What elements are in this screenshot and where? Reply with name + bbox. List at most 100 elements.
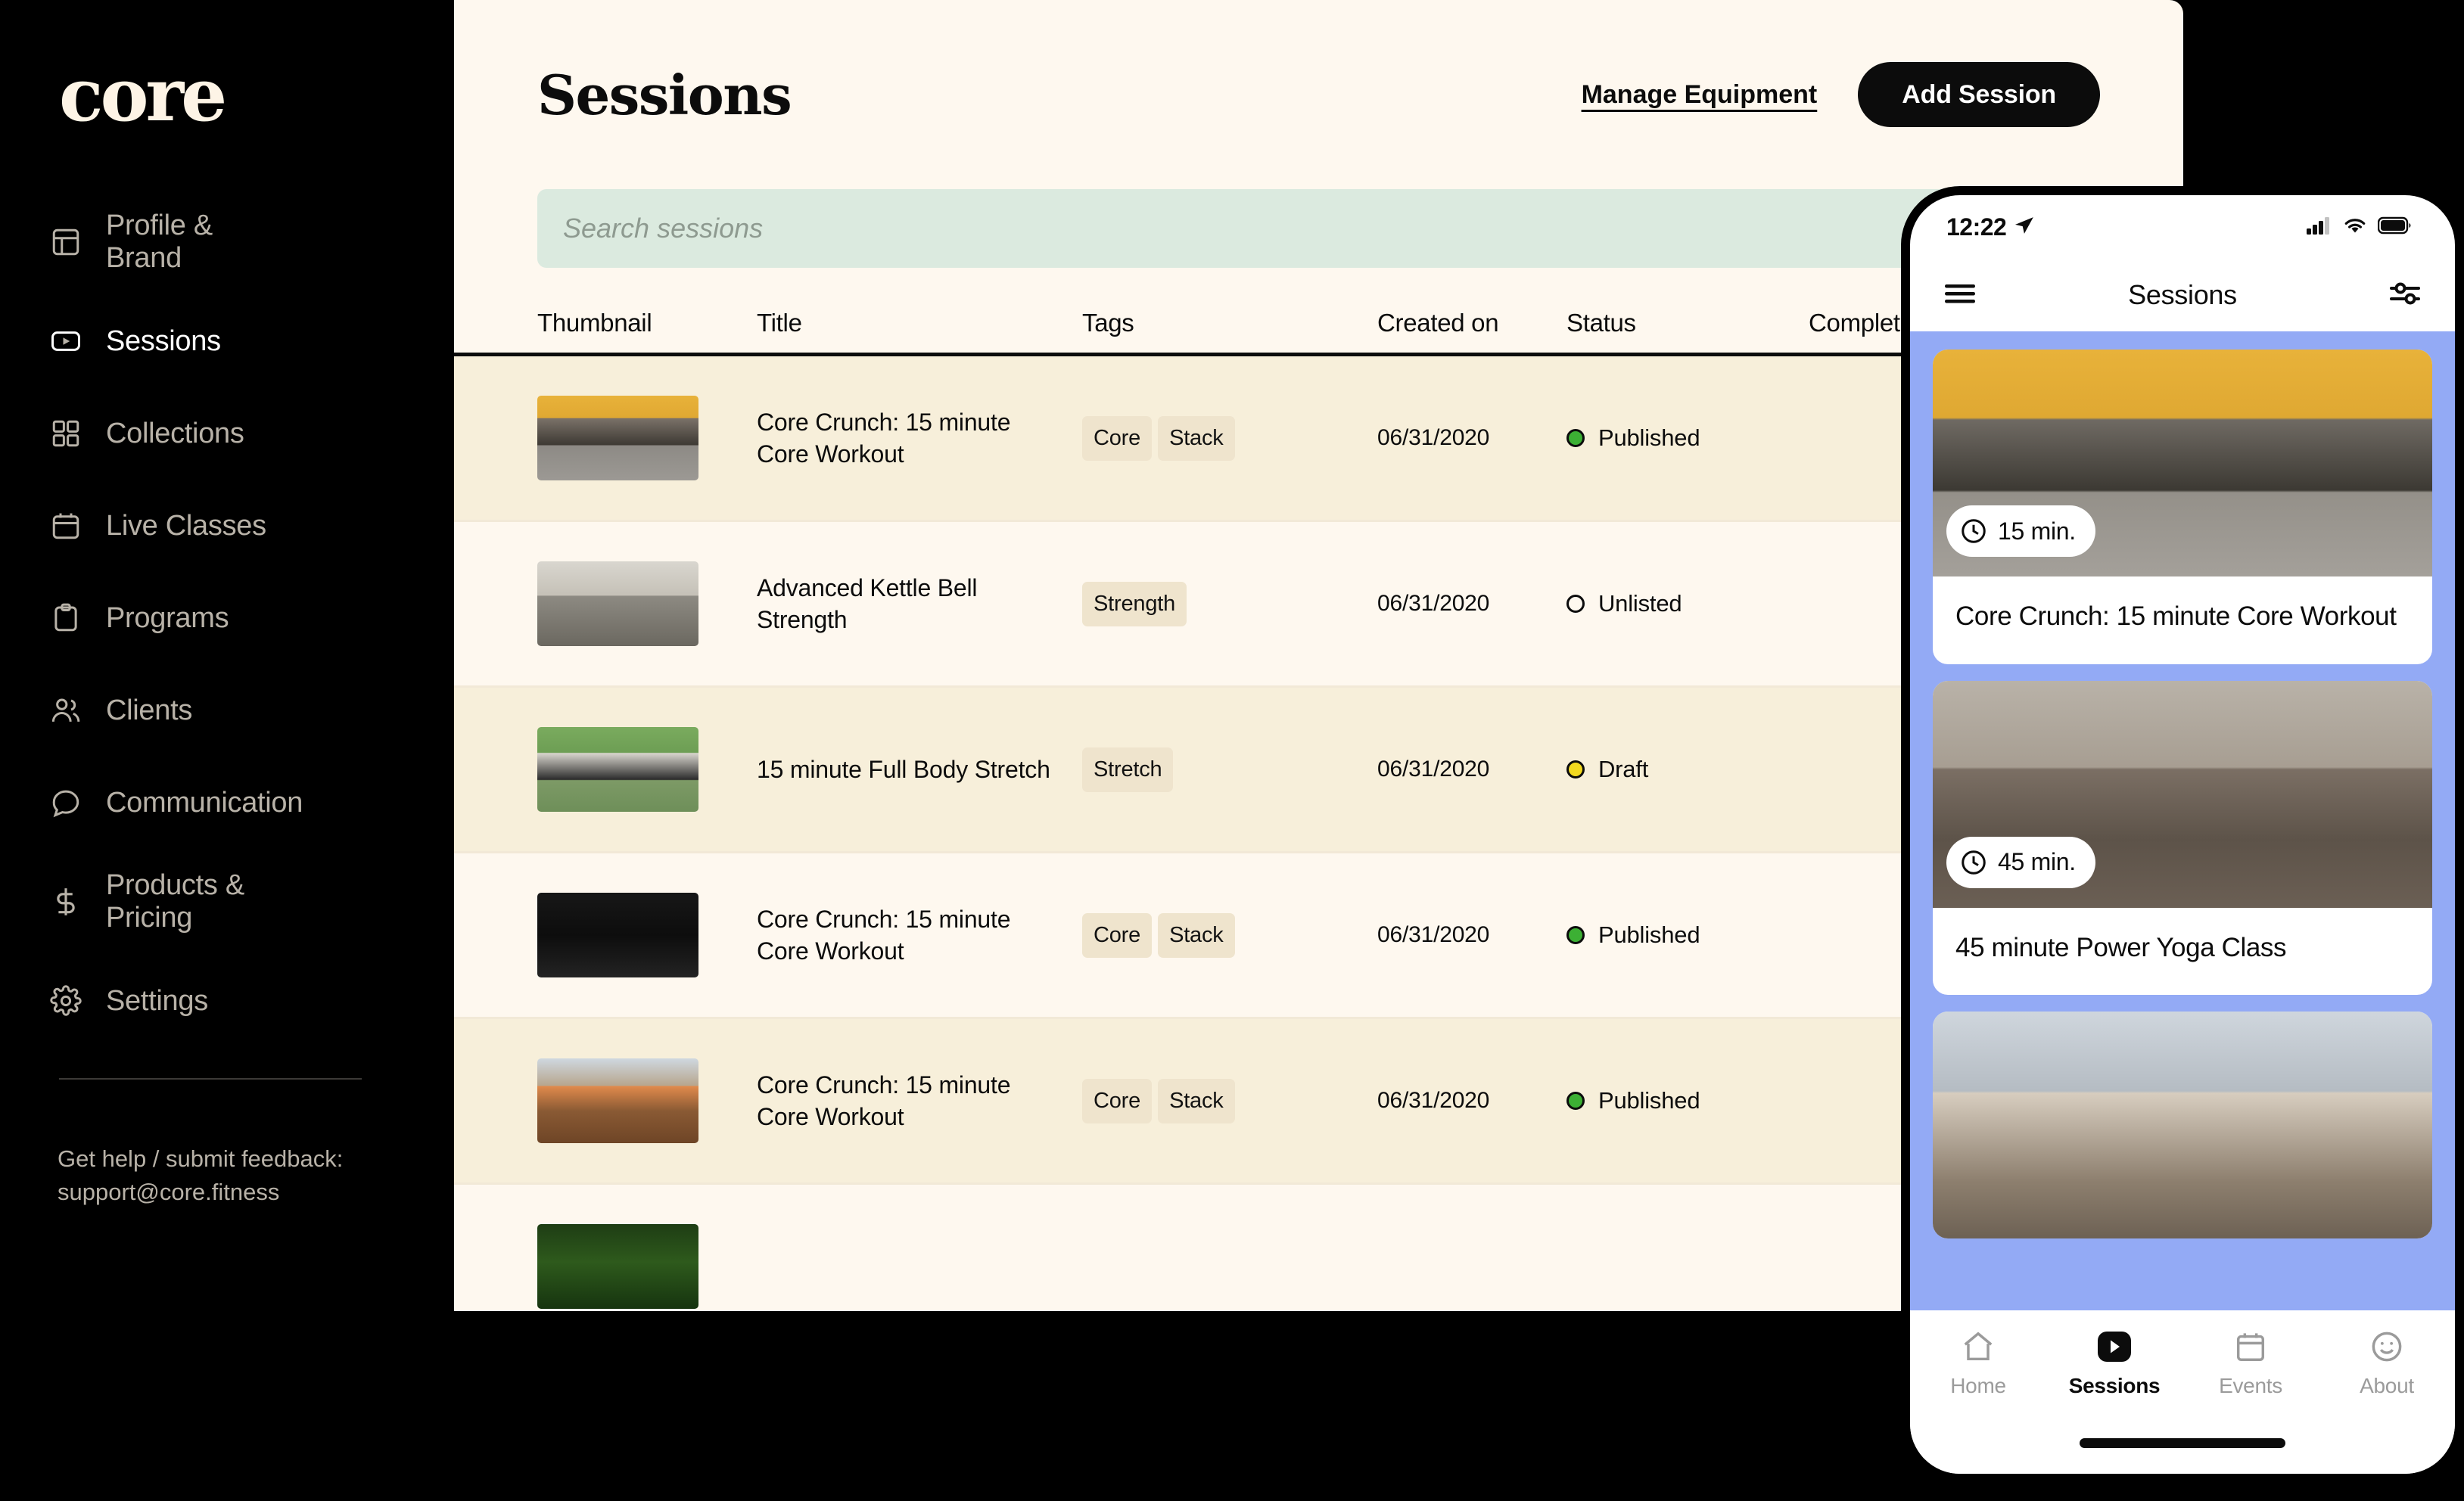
row-title: 15 minute Full Body Stretch xyxy=(757,755,1050,783)
phone-card-image: 15 min. xyxy=(1933,350,2432,576)
duration-badge: 45 min. xyxy=(1946,836,2095,888)
column-header-created-on: Created on xyxy=(1377,309,1499,337)
users-icon xyxy=(50,695,82,726)
home-indicator xyxy=(2080,1438,2285,1448)
video-icon xyxy=(50,325,82,357)
duration-label: 45 min. xyxy=(1998,848,2076,875)
phone-status-bar: 12:22 xyxy=(1910,195,2455,259)
phone-tab-sessions[interactable]: Sessions xyxy=(2046,1329,2182,1398)
sidebar-item-sessions[interactable]: Sessions xyxy=(0,295,454,387)
wifi-icon xyxy=(2343,216,2367,238)
sliders-filter-icon[interactable] xyxy=(2388,280,2422,311)
tag-chip[interactable]: Stretch xyxy=(1082,747,1174,792)
sidebar-help-text[interactable]: Get help / submit feedback: support@core… xyxy=(58,1142,398,1209)
sidebar-item-communication[interactable]: Communication xyxy=(0,757,454,849)
column-header-status: Status xyxy=(1566,309,1636,337)
status-dot xyxy=(1566,429,1585,447)
sidebar-divider xyxy=(59,1078,362,1080)
sidebar-item-products-pricing[interactable]: Products & Pricing xyxy=(0,849,454,955)
phone-card-image: 45 min. xyxy=(1933,680,2432,908)
sidebar-item-live-classes[interactable]: Live Classes xyxy=(0,480,454,572)
phone-tab-home[interactable]: Home xyxy=(1910,1329,2046,1398)
phone-tab-about[interactable]: About xyxy=(2319,1329,2455,1398)
phone-nav-title: Sessions xyxy=(2128,279,2237,310)
sidebar-item-programs[interactable]: Programs xyxy=(0,572,454,664)
status-dot xyxy=(1566,926,1585,944)
clock-icon xyxy=(1960,849,1987,876)
row-title: Core Crunch: 15 minute Core Workout xyxy=(757,1071,1011,1130)
cellular-bars-icon xyxy=(2307,216,2332,238)
hamburger-menu-icon[interactable] xyxy=(1943,281,1977,309)
session-thumbnail[interactable] xyxy=(537,561,698,646)
location-arrow-icon xyxy=(2015,213,2035,241)
sidebar-item-label: Collections xyxy=(106,417,244,449)
duration-label: 15 min. xyxy=(1998,517,2076,545)
sidebar-item-label: Communication xyxy=(106,786,303,819)
tag-chip[interactable]: Core xyxy=(1082,1078,1153,1123)
column-header-thumbnail: Thumbnail xyxy=(537,309,652,337)
row-status: Unlisted xyxy=(1566,590,1809,617)
row-status: Draft xyxy=(1566,756,1809,783)
row-tags: Core Stack xyxy=(1082,415,1377,461)
phone-session-list[interactable]: 15 min. Core Crunch: 15 minute Core Worko… xyxy=(1910,331,2455,1310)
sidebar-nav: Profile & Brand Sessions Collections Live C… xyxy=(0,189,454,1047)
sidebar-item-label: Clients xyxy=(106,694,193,726)
session-thumbnail[interactable] xyxy=(537,1058,698,1143)
grid-icon xyxy=(50,418,82,449)
calendar-icon xyxy=(50,510,82,542)
tag-chip[interactable]: Core xyxy=(1082,415,1153,461)
status-dot xyxy=(1566,760,1585,778)
phone-navbar: Sessions xyxy=(1910,259,2455,331)
session-thumbnail[interactable] xyxy=(537,893,698,977)
row-thumbnail-cell xyxy=(537,1224,757,1309)
sidebar-item-label: Profile & Brand xyxy=(106,210,213,274)
tag-chip[interactable]: Core xyxy=(1082,912,1153,958)
row-created-on: 06/31/2020 xyxy=(1377,922,1490,947)
sidebar-item-profile-brand[interactable]: Profile & Brand xyxy=(0,189,454,295)
phone-session-card[interactable] xyxy=(1933,1012,2432,1238)
phone-session-card[interactable]: 15 min. Core Crunch: 15 minute Core Worko… xyxy=(1933,350,2432,664)
row-title: Core Crunch: 15 minute Core Workout xyxy=(757,905,1011,965)
video-icon xyxy=(2094,1329,2135,1365)
phone-card-image xyxy=(1933,1012,2432,1238)
search-input[interactable] xyxy=(537,189,2100,268)
row-thumbnail-cell xyxy=(537,396,757,480)
sidebar-item-collections[interactable]: Collections xyxy=(0,387,454,480)
session-thumbnail[interactable] xyxy=(537,727,698,812)
status-label: Draft xyxy=(1598,756,1649,782)
row-created-on: 06/31/2020 xyxy=(1377,1088,1490,1113)
row-tags: Strength xyxy=(1082,581,1377,626)
dollar-icon xyxy=(50,886,82,918)
phone-tab-events[interactable]: Events xyxy=(2182,1329,2319,1398)
row-tags: Core Stack xyxy=(1082,912,1377,958)
add-session-button[interactable]: Add Session xyxy=(1858,62,2100,127)
phone-session-card[interactable]: 45 min. 45 minute Power Yoga Class xyxy=(1933,680,2432,995)
status-dot xyxy=(1566,1092,1585,1110)
tag-chip[interactable]: Stack xyxy=(1158,415,1235,461)
layout-icon xyxy=(50,226,82,258)
tag-chip[interactable]: Stack xyxy=(1158,912,1235,958)
home-icon xyxy=(1961,1329,1996,1365)
row-thumbnail-cell xyxy=(537,1058,757,1143)
session-thumbnail[interactable] xyxy=(537,1224,698,1309)
clipboard-icon xyxy=(50,602,82,634)
status-label: Published xyxy=(1598,921,1700,948)
row-status: Published xyxy=(1566,921,1809,949)
tag-chip[interactable]: Stack xyxy=(1158,1078,1235,1123)
status-label: Published xyxy=(1598,1087,1700,1114)
sidebar-item-settings[interactable]: Settings xyxy=(0,955,454,1047)
clock-icon xyxy=(1960,517,1987,545)
row-status: Published xyxy=(1566,1087,1809,1114)
manage-equipment-link[interactable]: Manage Equipment xyxy=(1582,80,1818,110)
calendar-icon xyxy=(2233,1329,2268,1365)
phone-tab-label: Home xyxy=(1950,1374,2006,1397)
sidebar-item-label: Programs xyxy=(106,601,229,634)
sidebar-item-clients[interactable]: Clients xyxy=(0,664,454,757)
session-thumbnail[interactable] xyxy=(537,396,698,480)
row-title: Core Crunch: 15 minute Core Workout xyxy=(757,408,1011,468)
smiley-icon xyxy=(2369,1329,2404,1365)
phone-card-title: Core Crunch: 15 minute Core Workout xyxy=(1955,601,2397,631)
sidebar: core Profile & Brand Sessions Collections L… xyxy=(0,0,454,1501)
tag-chip[interactable]: Strength xyxy=(1082,581,1187,626)
row-tags: Stretch xyxy=(1082,747,1377,792)
